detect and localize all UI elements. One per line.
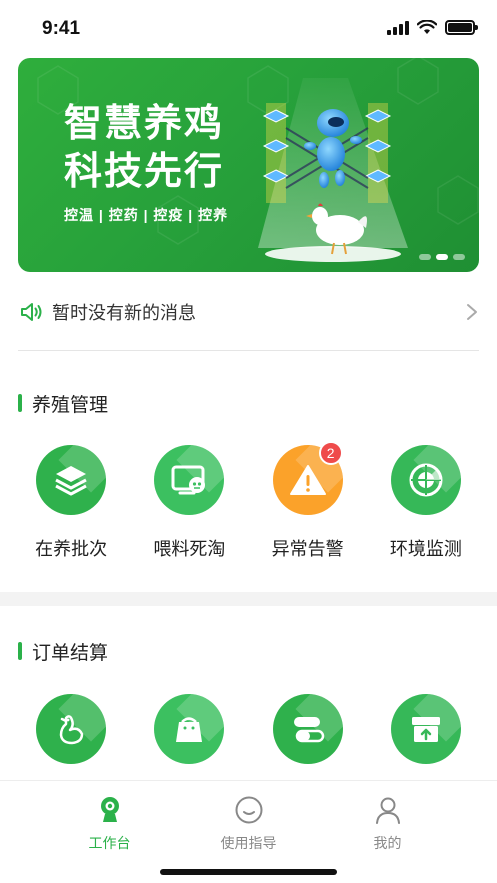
grid-item-label: 喂料死淘 (153, 539, 226, 559)
orders-grid (0, 694, 497, 764)
banner-pagination[interactable] (419, 254, 465, 260)
grid-item-medicine[interactable] (253, 694, 363, 764)
section-separator (0, 592, 497, 606)
grid-item-batches[interactable]: 在养批次 (16, 445, 126, 561)
battery-icon (445, 20, 478, 35)
banner-title-line1: 智慧养鸡 (64, 103, 225, 145)
grid-item-label: 在养批次 (35, 539, 108, 559)
tab-guide[interactable]: 使用指导 (199, 795, 299, 853)
promo-banner[interactable]: 智慧养鸡 科技先行 控温 | 控药 | 控疫 | 控养 (18, 58, 479, 272)
tab-label: 使用指导 (220, 835, 277, 851)
notice-bar[interactable]: 暂时没有新的消息 (18, 288, 479, 336)
pill-icon (293, 717, 324, 743)
status-time: 9:41 (42, 18, 81, 39)
tab-workbench[interactable]: 工作台 (60, 795, 160, 853)
smile-icon (235, 796, 262, 824)
signal-icon (387, 20, 409, 35)
banner-dot[interactable] (453, 254, 465, 260)
grid-item-chicken[interactable] (16, 694, 126, 764)
grid-item-icon-bg (36, 694, 107, 764)
section-label: 订单结算 (32, 642, 109, 664)
breeding-grid: 在养批次 喂料死淘 2 异常告警 环境监测 (0, 441, 497, 561)
grid-item-alerts[interactable]: 2 异常告警 (253, 441, 363, 561)
wifi-icon (417, 20, 437, 34)
radar-icon (409, 463, 443, 497)
status-icons (387, 20, 478, 35)
user-icon (375, 797, 400, 824)
tab-label: 工作台 (88, 835, 131, 851)
speaker-icon (21, 303, 42, 321)
banner-title-line2: 科技先行 (64, 151, 225, 193)
grid-item-icon-bg (154, 445, 225, 515)
layers-icon (55, 466, 87, 496)
grid-item-icon-bg (390, 445, 461, 515)
notice-text: 暂时没有新的消息 (52, 303, 196, 323)
tab-profile[interactable]: 我的 (338, 795, 438, 853)
feed-bag-icon (176, 717, 203, 742)
banner-subtitle: 控温 | 控药 | 控疫 | 控养 (64, 207, 229, 223)
grid-item-icon-bg (36, 445, 107, 515)
alert-count-badge: 2 (318, 441, 343, 465)
grid-item-feed-bag[interactable] (134, 694, 244, 764)
tab-bar: 工作台 使用指导 我的 (0, 780, 497, 883)
grid-item-label: 环境监测 (389, 539, 462, 559)
grid-item-icon-bg (390, 694, 461, 764)
section-label: 养殖管理 (32, 394, 109, 416)
home-indicator[interactable] (160, 869, 337, 875)
divider (18, 350, 479, 351)
grid-item-label: 异常告警 (271, 539, 344, 559)
grid-item-feeding[interactable]: 喂料死淘 (134, 445, 244, 561)
section-accent-bar (18, 642, 22, 660)
chevron-right-icon (467, 304, 477, 320)
feed-monitor-icon (171, 465, 206, 495)
camera-icon (100, 797, 119, 822)
tab-label: 我的 (373, 835, 402, 851)
grid-item-environment[interactable]: 环境监测 (371, 445, 481, 561)
section-title-orders: 订单结算 (18, 638, 108, 664)
grid-item-box[interactable] (371, 694, 481, 764)
chicken-icon (59, 715, 84, 745)
box-upload-icon (411, 717, 440, 742)
section-accent-bar (18, 394, 22, 412)
banner-dot[interactable] (419, 254, 431, 260)
grid-item-icon-bg (272, 694, 343, 764)
grid-item-icon-bg (154, 694, 225, 764)
section-title-breeding: 养殖管理 (18, 390, 108, 416)
banner-title: 智慧养鸡 科技先行 (64, 100, 224, 196)
status-bar: 9:41 (0, 0, 497, 58)
banner-dot-active[interactable] (436, 254, 448, 260)
warning-icon (289, 465, 326, 495)
